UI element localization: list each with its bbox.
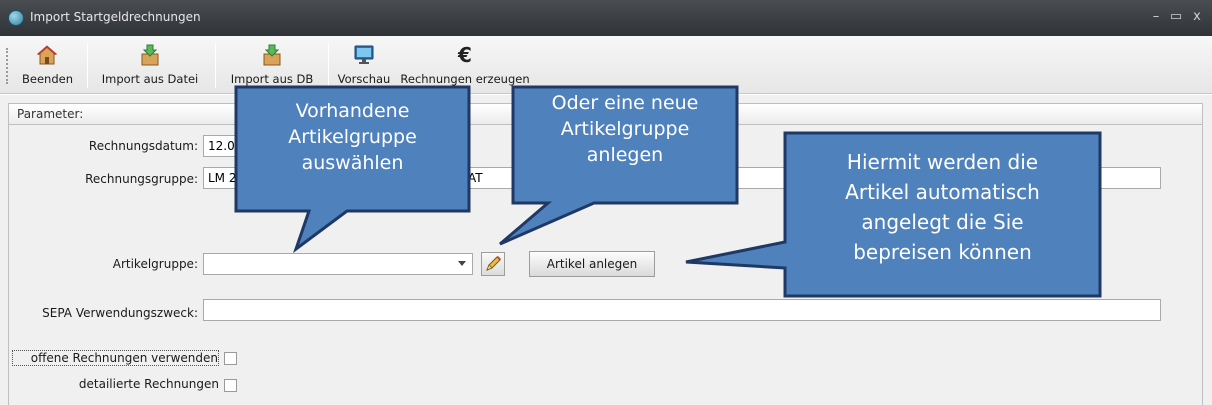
callout-neue-text: Oder eine neue Artikelgruppe anlegen: [515, 90, 735, 168]
rechnungsgruppe-value: LM 2: [208, 171, 237, 185]
callout-line: bepreisen können: [853, 240, 1032, 264]
artikelgruppe-dropdown[interactable]: [203, 253, 473, 275]
callout-hiermit-text: Hiermit werden die Artikel automatisch a…: [787, 147, 1098, 267]
callout-line: Hiermit werden die: [846, 150, 1039, 174]
minimize-button[interactable]: –: [1145, 8, 1167, 26]
import-datei-label: Import aus Datei: [101, 72, 199, 86]
rechnungsgruppe-label: Rechnungsgruppe:: [85, 172, 198, 186]
callout-line: Artikelgruppe: [288, 126, 417, 148]
offene-rechnungen-checkbox[interactable]: [224, 352, 237, 365]
title-bar: Import Startgeldrechnungen – ▭ x: [0, 0, 1212, 36]
vorschau-button[interactable]: Vorschau: [333, 38, 395, 92]
vorschau-label: Vorschau: [337, 72, 391, 86]
callout-vorhandene-text: Vorhandene Artikelgruppe auswählen: [238, 98, 467, 176]
monitor-icon: [354, 45, 374, 64]
app-globe-icon: [8, 10, 24, 26]
rechnungsdatum-label: Rechnungsdatum:: [88, 139, 198, 153]
rechnungsgruppe-value-suffix: AT: [468, 171, 483, 185]
import-datei-button[interactable]: Import aus Datei: [95, 38, 205, 92]
chevron-down-icon[interactable]: [458, 261, 466, 266]
toolbar: Beenden Import aus Datei Import aus DB V…: [0, 36, 1212, 94]
callout-line: auswählen: [301, 152, 404, 174]
beenden-button[interactable]: Beenden: [22, 38, 73, 92]
callout-line: anlegen: [586, 144, 664, 166]
sepa-verwendungszweck-field[interactable]: [203, 299, 1161, 321]
detaillierte-rechnungen-checkbox[interactable]: [224, 379, 237, 392]
toolbar-grip[interactable]: [6, 48, 8, 84]
svg-text:€: €: [457, 44, 472, 66]
euro-icon: €: [457, 44, 472, 66]
import-db-button[interactable]: Import aus DB: [222, 38, 322, 92]
callout-line: Artikelgruppe: [560, 118, 690, 140]
sepa-label: SEPA Verwendungszweck:: [42, 306, 198, 320]
callout-line: Oder eine neue: [551, 92, 699, 114]
toolbar-separator: [87, 44, 88, 88]
import-db-label: Import aus DB: [230, 72, 314, 86]
home-icon: [36, 45, 58, 65]
window-title: Import Startgeldrechnungen: [30, 10, 201, 24]
toolbar-separator: [215, 44, 216, 88]
import-box-icon: [141, 44, 159, 66]
pencil-icon: [486, 256, 501, 271]
offene-rechnungen-label: offene Rechnungen verwenden: [12, 350, 219, 366]
artikel-anlegen-button[interactable]: Artikel anlegen: [529, 251, 655, 277]
toolbar-separator: [328, 44, 329, 88]
beenden-label: Beenden: [22, 72, 73, 86]
artikelgruppe-label: Artikelgruppe:: [112, 257, 198, 271]
callout-line: Vorhandene: [295, 100, 410, 122]
maximize-button[interactable]: ▭: [1165, 8, 1187, 26]
rechnungen-erzeugen-label: Rechnungen erzeugen: [400, 72, 530, 86]
close-button[interactable]: x: [1186, 8, 1208, 26]
import-db-icon: [263, 44, 281, 66]
callout-line: Artikel automatisch: [845, 180, 1040, 204]
detaillierte-rechnungen-label: detailierte Rechnungen: [78, 377, 219, 391]
callout-line: angelegt die Sie: [861, 210, 1024, 234]
edit-artikelgruppe-button[interactable]: [481, 252, 505, 276]
rechnungen-erzeugen-button[interactable]: € Rechnungen erzeugen: [400, 38, 530, 92]
